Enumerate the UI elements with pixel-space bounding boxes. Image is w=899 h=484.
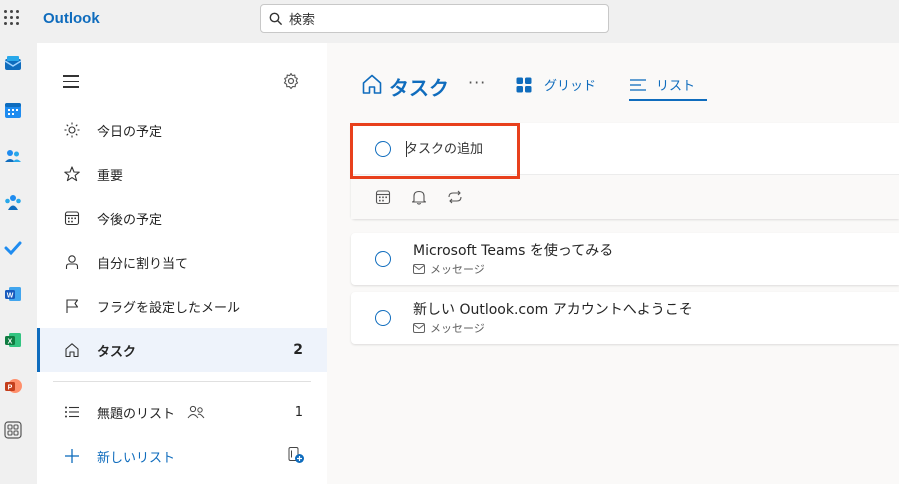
view-list-button[interactable]: リスト [630, 75, 695, 94]
settings-gear-icon[interactable] [282, 72, 300, 94]
nav-item-label: 今日の予定 [97, 124, 163, 140]
task-source: メッセージ [413, 261, 485, 277]
word-app-icon[interactable]: W [4, 285, 22, 303]
nav-item-label: 自分に割り当て [97, 256, 189, 272]
bell-icon[interactable] [411, 189, 427, 205]
search-box[interactable]: 検索 [260, 4, 609, 33]
task-source-label: メッセージ [430, 322, 485, 335]
more-options-button[interactable]: ··· [468, 73, 486, 92]
people-app-icon[interactable] [4, 147, 22, 165]
page-title: タスク [389, 76, 449, 100]
new-group-icon[interactable] [287, 446, 305, 464]
mail-app-icon[interactable] [4, 55, 22, 73]
app-launcher-icon[interactable] [4, 10, 20, 26]
top-bar: Outlook 検索 [0, 0, 899, 40]
task-item[interactable]: 新しい Outlook.com アカウントへようこそ メッセージ [351, 292, 899, 344]
nav-item-label: 重要 [97, 168, 124, 184]
nav-item-label: フラグを設定したメール [97, 300, 241, 316]
grid-icon [516, 77, 532, 92]
view-list-label: リスト [656, 79, 696, 94]
list-icon [63, 403, 81, 421]
due-date-icon[interactable] [375, 189, 391, 205]
star-icon [63, 165, 81, 183]
search-placeholder: 検索 [289, 13, 316, 28]
add-task-actions [351, 175, 899, 219]
nav-item-untitled-list[interactable]: 無題のリスト 1 [37, 390, 327, 434]
task-title: 新しい Outlook.com アカウントへようこそ [413, 302, 693, 318]
nav-item-planned[interactable]: 今後の予定 [37, 196, 327, 240]
view-grid-label: グリッド [544, 79, 597, 94]
task-source: メッセージ [413, 320, 485, 336]
view-grid-button[interactable]: グリッド [516, 75, 596, 94]
svg-text:P: P [8, 385, 13, 392]
list-lines-icon [630, 78, 646, 91]
main-pane: タスク ··· グリッド リスト Mic [327, 43, 899, 484]
svg-text:W: W [7, 293, 14, 300]
task-item[interactable]: Microsoft Teams を使ってみる メッセージ [351, 233, 899, 285]
annotation-highlight-box [350, 123, 520, 179]
nav-item-tasks[interactable]: タスク 2 [37, 328, 327, 372]
groups-app-icon[interactable] [4, 193, 22, 211]
hamburger-menu-icon[interactable] [63, 75, 79, 88]
task-source-label: メッセージ [430, 263, 485, 276]
nav-item-label: 無題のリスト [97, 406, 176, 422]
powerpoint-app-icon[interactable]: P [4, 377, 22, 395]
more-apps-icon[interactable] [4, 421, 22, 439]
home-icon [63, 341, 81, 359]
calendar-app-icon[interactable] [4, 101, 22, 119]
app-title[interactable]: Outlook [43, 10, 100, 27]
nav-item-flagged[interactable]: フラグを設定したメール [37, 284, 327, 328]
task-count-badge: 2 [293, 342, 303, 358]
nav-divider [53, 381, 311, 382]
excel-app-icon[interactable]: X [4, 331, 22, 349]
nav-pane: 今日の予定 重要 今後の予定 自分に割り当て フラグを設定したメール タスク 2 [37, 43, 327, 484]
mail-envelope-icon [413, 264, 425, 274]
home-icon [361, 73, 383, 99]
task-title: Microsoft Teams を使ってみる [413, 243, 614, 259]
nav-item-label: 今後の予定 [97, 212, 163, 228]
active-tab-indicator [629, 99, 707, 101]
new-list-label: 新しいリスト [97, 450, 176, 466]
list-count: 1 [294, 404, 303, 420]
nav-item-assigned[interactable]: 自分に割り当て [37, 240, 327, 284]
repeat-icon[interactable] [447, 189, 463, 205]
person-icon [63, 253, 81, 271]
nav-item-important[interactable]: 重要 [37, 152, 327, 196]
calendar-icon [63, 209, 81, 227]
svg-text:X: X [8, 339, 13, 346]
flag-icon [63, 297, 81, 315]
shared-people-icon [187, 405, 205, 419]
complete-task-circle-icon[interactable] [375, 310, 391, 326]
plus-icon [63, 447, 81, 465]
mail-envelope-icon [413, 323, 425, 333]
complete-task-circle-icon[interactable] [375, 251, 391, 267]
nav-item-label: タスク [97, 344, 137, 360]
app-rail: W X P [0, 40, 37, 484]
sun-icon [63, 121, 81, 139]
search-icon [269, 12, 283, 25]
todo-app-icon[interactable] [4, 239, 22, 257]
nav-item-myday[interactable]: 今日の予定 [37, 108, 327, 152]
new-list-button[interactable]: 新しいリスト [37, 434, 327, 478]
